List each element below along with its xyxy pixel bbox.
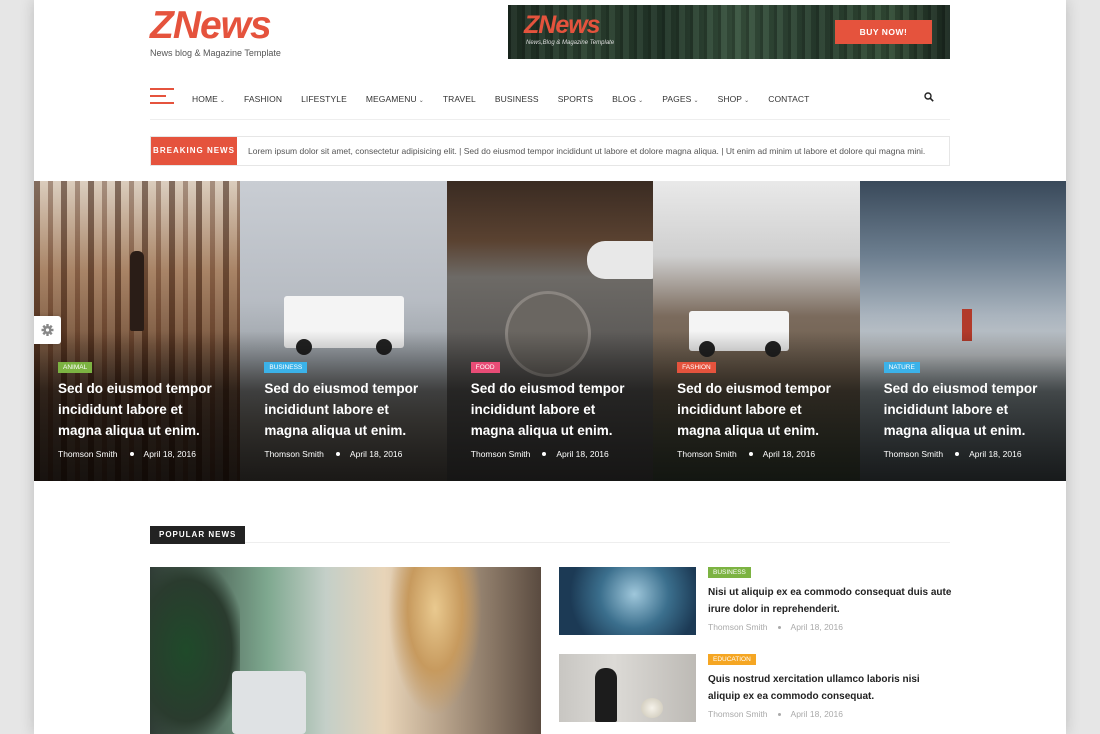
woman-image bbox=[380, 567, 490, 734]
main-navigation: HOME ⌄ FASHION LIFESTYLE MEGAMENU ⌄ TRAVEL BUSI… bbox=[150, 84, 950, 120]
popular-item-title[interactable]: Quis nostrud xercitation ullamco laboris… bbox=[708, 671, 953, 705]
site-logo[interactable]: ZNews News blog & Magazine Template bbox=[150, 4, 281, 58]
nav-item-contact[interactable]: CONTACT bbox=[768, 94, 809, 104]
logo-text: ZNews bbox=[150, 4, 272, 47]
nav-item-label: SPORTS bbox=[557, 94, 594, 104]
popular-news-item[interactable]: EDUCATION Quis nostrud xercitation ullam… bbox=[559, 654, 950, 724]
nav-item-sports[interactable]: SPORTS bbox=[558, 94, 593, 104]
chevron-down-icon: ⌄ bbox=[693, 98, 699, 104]
slide-meta: Thomson Smith April 18, 2016 bbox=[58, 449, 196, 459]
slide-category-badge[interactable]: FASHION bbox=[677, 362, 716, 373]
nav-item-label: FASHION bbox=[244, 94, 283, 104]
slide-card[interactable]: FOOD Sed do eiusmod tempor incididunt la… bbox=[446, 181, 654, 481]
nav-item-label: CONTACT bbox=[768, 94, 810, 104]
search-icon[interactable] bbox=[924, 92, 934, 102]
slide-card[interactable]: BUSINESS Sed do eiusmod tempor incididun… bbox=[240, 181, 447, 481]
gear-icon bbox=[41, 324, 54, 336]
chevron-down-icon: ⌄ bbox=[744, 98, 750, 104]
slide-author[interactable]: Thomson Smith bbox=[58, 449, 118, 459]
popular-news-header: POPULAR NEWS bbox=[150, 524, 950, 544]
nav-item-label: BLOG bbox=[612, 94, 637, 104]
nav-item-label: BUSINESS bbox=[494, 94, 539, 104]
popular-item-thumbnail[interactable] bbox=[559, 654, 696, 722]
nav-item-label: PAGES bbox=[662, 94, 692, 104]
slide-title[interactable]: Sed do eiusmod tempor incididunt labore … bbox=[264, 378, 434, 441]
popular-item-date: April 18, 2016 bbox=[790, 709, 843, 719]
nav-menu: HOME ⌄ FASHION LIFESTYLE MEGAMENU ⌄ TRAVEL BUSI… bbox=[192, 94, 828, 104]
chevron-down-icon: ⌄ bbox=[638, 98, 644, 104]
nav-item-label: TRAVEL bbox=[442, 94, 476, 104]
popular-item-thumbnail[interactable] bbox=[559, 567, 696, 635]
page: ZNews News blog & Magazine Template ZNew… bbox=[34, 0, 1066, 734]
slide-card[interactable]: NATURE Sed do eiusmod tempor incididunt … bbox=[859, 181, 1066, 481]
slide-date: April 18, 2016 bbox=[143, 449, 196, 459]
hamburger-menu-icon[interactable] bbox=[150, 88, 174, 104]
slide-meta: Thomson Smith April 18, 2016 bbox=[471, 449, 609, 459]
popular-item-author[interactable]: Thomson Smith bbox=[708, 622, 768, 632]
slide-title[interactable]: Sed do eiusmod tempor incididunt labore … bbox=[58, 378, 228, 441]
popular-item-category-badge[interactable]: BUSINESS bbox=[708, 567, 751, 578]
nav-item-blog[interactable]: BLOG ⌄ bbox=[612, 94, 643, 104]
person-figure bbox=[130, 251, 144, 331]
slide-card[interactable]: ANIMAL Sed do eiusmod tempor incididunt … bbox=[34, 181, 241, 481]
popular-main-image[interactable] bbox=[150, 567, 541, 734]
slide-meta: Thomson Smith April 18, 2016 bbox=[264, 449, 402, 459]
slide-date: April 18, 2016 bbox=[762, 449, 816, 459]
popular-news-label: POPULAR NEWS bbox=[150, 526, 246, 544]
breaking-news-ticker[interactable]: Lorem ipsum dolor sit amet, consectetur … bbox=[248, 146, 925, 156]
slide-author[interactable]: Thomson Smith bbox=[884, 449, 944, 459]
nav-item-megamenu[interactable]: MEGAMENU ⌄ bbox=[366, 94, 424, 104]
flower-image bbox=[641, 698, 663, 718]
slide-title[interactable]: Sed do eiusmod tempor incididunt labore … bbox=[884, 378, 1054, 441]
header-banner-ad[interactable]: ZNews News,Blog & Magazine Template BUY … bbox=[508, 5, 950, 59]
reader-figure bbox=[595, 668, 617, 722]
featured-slider: ANIMAL Sed do eiusmod tempor incididunt … bbox=[34, 181, 1066, 481]
nav-item-shop[interactable]: SHOP ⌄ bbox=[718, 94, 750, 104]
banner-logo: ZNews bbox=[524, 11, 601, 39]
nav-item-label: HOME bbox=[192, 94, 218, 104]
nav-item-home[interactable]: HOME ⌄ bbox=[192, 94, 225, 104]
slide-author[interactable]: Thomson Smith bbox=[677, 449, 737, 459]
plant-image bbox=[150, 567, 240, 734]
sneaker-image bbox=[586, 241, 654, 279]
slide-author[interactable]: Thomson Smith bbox=[264, 449, 324, 459]
popular-item-title[interactable]: Nisi ut aliquip ex ea commodo consequat … bbox=[708, 584, 953, 618]
slide-category-badge[interactable]: BUSINESS bbox=[264, 362, 308, 373]
nav-item-pages[interactable]: PAGES ⌄ bbox=[662, 94, 698, 104]
slide-card[interactable]: FASHION Sed do eiusmod tempor incididunt… bbox=[653, 181, 860, 481]
popular-item-meta: Thomson Smith April 18, 2016 bbox=[708, 709, 843, 719]
banner-tagline: News,Blog & Magazine Template bbox=[526, 40, 615, 46]
nav-item-business[interactable]: BUSINESS bbox=[495, 94, 539, 104]
nav-item-fashion[interactable]: FASHION bbox=[244, 94, 282, 104]
popular-item-date: April 18, 2016 bbox=[790, 622, 843, 632]
slide-category-badge[interactable]: NATURE bbox=[883, 362, 920, 373]
popular-item-meta: Thomson Smith April 18, 2016 bbox=[708, 622, 843, 632]
breaking-news-label: BREAKING NEWS bbox=[151, 137, 237, 165]
slide-category-badge[interactable]: ANIMAL bbox=[58, 362, 93, 373]
nav-item-lifestyle[interactable]: LIFESTYLE bbox=[301, 94, 347, 104]
slide-category-badge[interactable]: FOOD bbox=[470, 362, 500, 373]
popular-news-item[interactable]: BUSINESS Nisi ut aliquip ex ea commodo c… bbox=[559, 567, 953, 637]
breaking-news-bar: BREAKING NEWS Lorem ipsum dolor sit amet… bbox=[150, 136, 950, 166]
slide-title[interactable]: Sed do eiusmod tempor incididunt labore … bbox=[677, 378, 847, 441]
nav-item-label: MEGAMENU bbox=[365, 94, 417, 104]
laptop-image bbox=[232, 671, 306, 734]
chevron-down-icon: ⌄ bbox=[219, 98, 226, 104]
slide-date: April 18, 2016 bbox=[556, 449, 609, 459]
nav-item-travel[interactable]: TRAVEL bbox=[443, 94, 476, 104]
slide-date: April 18, 2016 bbox=[969, 449, 1022, 459]
chevron-down-icon: ⌄ bbox=[418, 98, 424, 104]
buy-now-button[interactable]: BUY NOW! bbox=[835, 20, 932, 44]
slide-meta: Thomson Smith April 18, 2016 bbox=[884, 449, 1022, 459]
slide-title[interactable]: Sed do eiusmod tempor incididunt labore … bbox=[471, 378, 641, 441]
settings-gear-button[interactable] bbox=[34, 316, 61, 344]
slide-author[interactable]: Thomson Smith bbox=[471, 449, 531, 459]
nav-item-label: SHOP bbox=[717, 94, 743, 104]
logo-tagline: News blog & Magazine Template bbox=[150, 48, 281, 58]
popular-item-category-badge[interactable]: EDUCATION bbox=[708, 654, 756, 665]
slide-date: April 18, 2016 bbox=[349, 449, 403, 459]
popular-item-author[interactable]: Thomson Smith bbox=[708, 709, 768, 719]
nav-item-label: LIFESTYLE bbox=[301, 94, 347, 104]
slide-meta: Thomson Smith April 18, 2016 bbox=[677, 449, 815, 459]
